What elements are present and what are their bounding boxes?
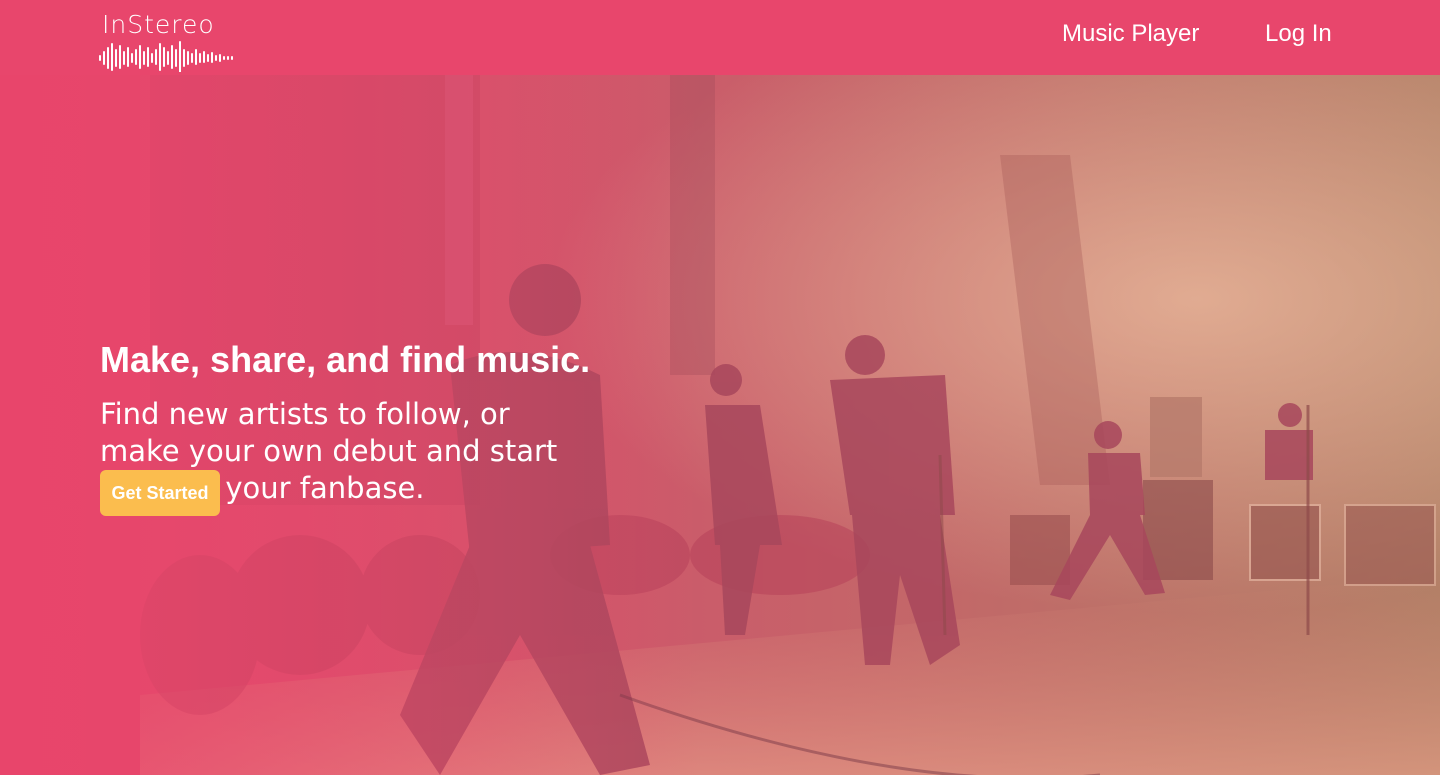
hero-section: Make, share, and find music. Find new ar… [0, 75, 1440, 775]
instereo-logo[interactable]: InStereo [98, 10, 238, 72]
logo-wordmark: InStereo [102, 10, 215, 39]
hero-title: Make, share, and find music. [100, 339, 591, 380]
top-navbar: InStereo Music Player Log In [0, 0, 1440, 75]
nav-link-music-player[interactable]: Music Player [1062, 20, 1199, 48]
get-started-button[interactable]: Get Started [100, 470, 220, 516]
sound-wave-icon [99, 41, 233, 72]
nav-link-log-in[interactable]: Log In [1265, 20, 1332, 48]
